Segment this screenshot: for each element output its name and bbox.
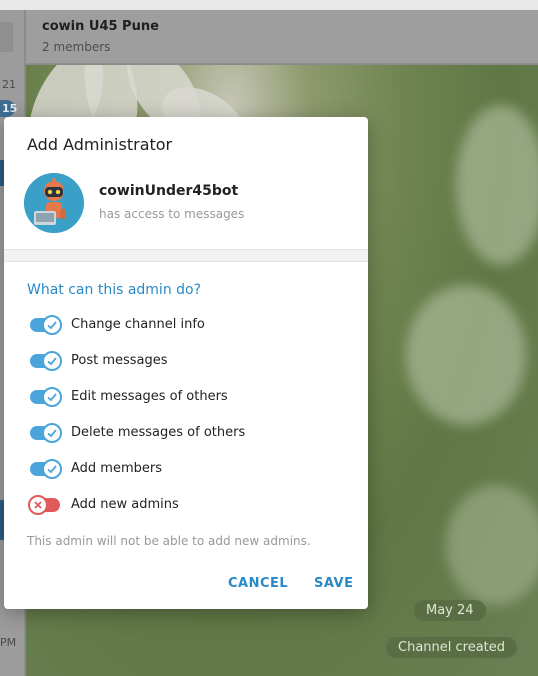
admin-note: This admin will not be able to add new a… bbox=[27, 534, 311, 548]
sidebar-search-box[interactable] bbox=[0, 22, 13, 52]
perm-label: Add new admins bbox=[71, 497, 179, 512]
add-administrator-dialog: Add Administrator cowinUnder45bot has ac… bbox=[4, 117, 368, 609]
toggle-switch[interactable] bbox=[30, 387, 62, 407]
unread-badge: 15 bbox=[0, 100, 18, 117]
toggle-switch[interactable] bbox=[30, 459, 62, 479]
perm-label: Change channel info bbox=[71, 317, 205, 332]
close-icon bbox=[28, 495, 48, 515]
toggle-switch[interactable] bbox=[30, 351, 62, 371]
permissions-heading: What can this admin do? bbox=[27, 282, 202, 298]
toggle-switch[interactable] bbox=[30, 315, 62, 335]
sidebar-time: 21 bbox=[2, 78, 16, 91]
perm-add-new-admins[interactable]: Add new admins bbox=[27, 495, 347, 516]
save-button[interactable]: SAVE bbox=[314, 576, 353, 591]
service-message: Channel created bbox=[386, 637, 518, 658]
perm-edit-messages[interactable]: Edit messages of others bbox=[27, 387, 347, 408]
bot-name: cowinUnder45bot bbox=[99, 183, 239, 199]
chat-title: cowin U45 Pune bbox=[42, 19, 159, 34]
perm-label: Edit messages of others bbox=[71, 389, 228, 404]
section-divider bbox=[4, 249, 368, 262]
check-icon bbox=[42, 387, 62, 407]
perm-label: Post messages bbox=[71, 353, 168, 368]
perm-post-messages[interactable]: Post messages bbox=[27, 351, 347, 372]
bot-avatar bbox=[24, 173, 84, 233]
toggle-switch[interactable] bbox=[30, 423, 62, 443]
perm-label: Delete messages of others bbox=[71, 425, 246, 440]
check-icon bbox=[42, 315, 62, 335]
perm-add-members[interactable]: Add members bbox=[27, 459, 347, 480]
perm-label: Add members bbox=[71, 461, 162, 476]
perm-change-channel-info[interactable]: Change channel info bbox=[27, 315, 347, 336]
sidebar-time-bottom: PM bbox=[0, 636, 17, 649]
dialog-title: Add Administrator bbox=[27, 135, 173, 154]
check-icon bbox=[42, 459, 62, 479]
bot-status: has access to messages bbox=[99, 207, 245, 221]
window-top-strip bbox=[0, 0, 538, 10]
check-icon bbox=[42, 423, 62, 443]
chat-header[interactable]: cowin U45 Pune 2 members bbox=[26, 10, 538, 64]
toggle-switch[interactable] bbox=[28, 495, 60, 515]
chat-member-count: 2 members bbox=[42, 40, 111, 54]
date-pill: May 24 bbox=[414, 600, 486, 621]
check-icon bbox=[42, 351, 62, 371]
cancel-button[interactable]: CANCEL bbox=[228, 576, 288, 591]
perm-delete-messages[interactable]: Delete messages of others bbox=[27, 423, 347, 444]
